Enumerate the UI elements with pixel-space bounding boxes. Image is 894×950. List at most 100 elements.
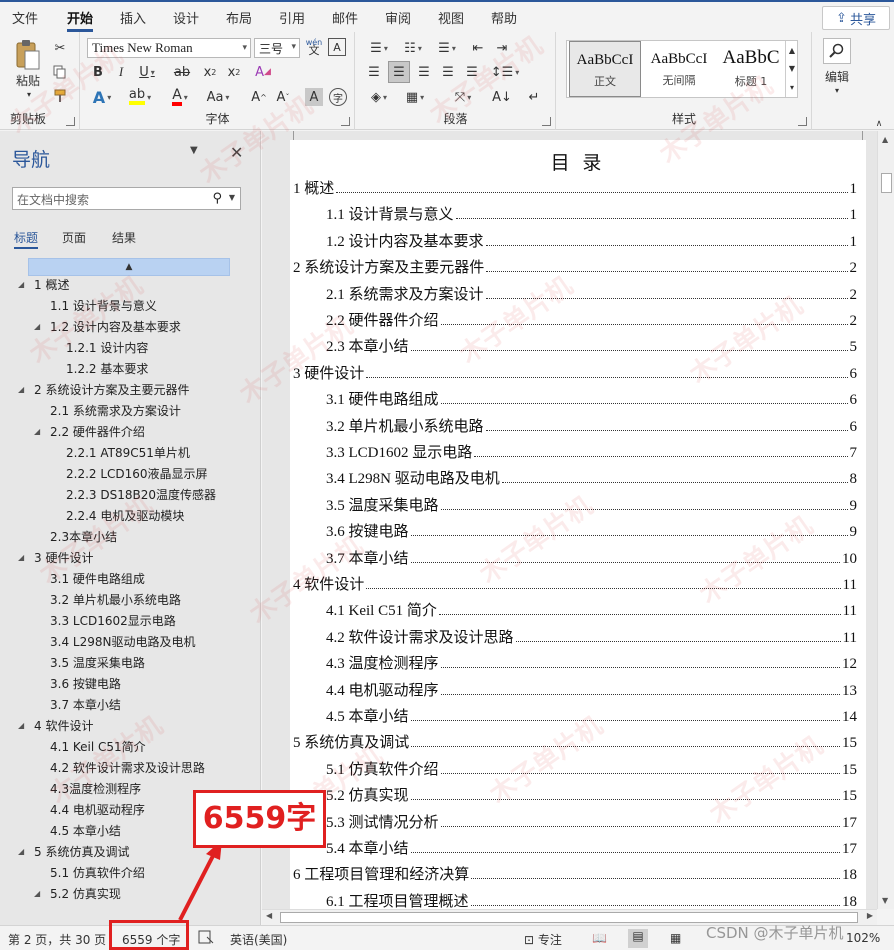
nav-item[interactable]: ◢ 1 概述 (18, 275, 69, 295)
toc-entry[interactable]: 3.7 本章小结 10 (326, 546, 857, 568)
tab-pages[interactable]: 页面 (62, 229, 86, 246)
nav-item[interactable]: ◢ 3 硬件设计 (18, 548, 93, 568)
styles-down-icon[interactable]: ▼ (785, 59, 798, 77)
sort-icon[interactable]: A↓ (492, 86, 512, 108)
increase-indent-icon[interactable]: ⇥ (492, 38, 512, 58)
nav-item[interactable]: ◢ 2 系统设计方案及主要元器件 (18, 380, 189, 400)
cut-icon[interactable]: ✂ (52, 40, 68, 56)
toc-entry[interactable]: 3.1 硬件电路组成 6 (326, 387, 857, 409)
nav-item[interactable]: 2.3本章小结 (50, 527, 117, 547)
read-mode-icon[interactable]: 📖 (592, 931, 607, 945)
line-spacing-icon[interactable]: ↕☰ ▾ (490, 62, 520, 82)
numbering-icon[interactable]: ☷ ▾ (398, 38, 428, 58)
toc-entry[interactable]: 3 硬件设计 6 (293, 361, 857, 383)
nav-item[interactable]: 1.2.1 设计内容 (66, 338, 148, 358)
enclose-char-icon[interactable]: 字 (329, 88, 347, 106)
expand-triangle-icon[interactable]: ◢ (34, 422, 40, 442)
nav-item[interactable]: 5.1 仿真软件介绍 (50, 863, 145, 883)
toc-entry[interactable]: 4.4 电机驱动程序 13 (326, 678, 857, 700)
show-marks-icon[interactable]: ↵ (524, 86, 544, 108)
distributed-icon[interactable]: ☰ (462, 62, 482, 82)
decrease-indent-icon[interactable]: ⇤ (468, 38, 488, 58)
expand-triangle-icon[interactable]: ◢ (34, 884, 40, 904)
tab-2[interactable]: 插入 (120, 8, 146, 27)
nav-options-icon[interactable]: ▼ (190, 145, 198, 156)
toc-entry[interactable]: 2.1 系统需求及方案设计 2 (326, 282, 857, 304)
proofing-icon[interactable] (198, 930, 214, 947)
scroll-right-icon[interactable]: ▶ (867, 911, 873, 920)
search-icon[interactable]: ⚲ (212, 191, 222, 206)
scroll-down-icon[interactable]: ▼ (882, 896, 888, 905)
toc-entry[interactable]: 3.2 单片机最小系统电路 6 (326, 414, 857, 436)
tab-7[interactable]: 审阅 (385, 8, 411, 27)
scroll-left-icon[interactable]: ◀ (266, 911, 272, 920)
nav-item[interactable]: ◢ 2.2 硬件器件介绍 (34, 422, 145, 442)
nav-item[interactable]: 4.3温度检测程序 (50, 779, 141, 799)
font-name-select[interactable]: Times New Roman ▾ (87, 38, 251, 58)
nav-item[interactable]: 3.6 按键电路 (50, 674, 121, 694)
nav-item[interactable]: 3.7 本章小结 (50, 695, 121, 715)
change-case-icon[interactable]: Aa ▾ (203, 86, 233, 108)
toc-entry[interactable]: 2.3 本章小结 5 (326, 334, 857, 356)
toc-entry[interactable]: 5 系统仿真及调试 15 (293, 730, 857, 752)
tab-8[interactable]: 视图 (438, 8, 464, 27)
toc-entry[interactable]: 4.1 Keil C51 简介 11 (326, 598, 857, 620)
font-size-select[interactable]: 三号 ▾ (254, 38, 300, 58)
format-painter-icon[interactable] (52, 88, 68, 104)
center-icon[interactable]: ☰ (388, 61, 410, 83)
grow-font-icon[interactable]: A ^ (249, 86, 269, 108)
subscript-icon[interactable]: x2 (201, 62, 219, 82)
scroll-thumb[interactable] (881, 173, 892, 193)
tab-5[interactable]: 引用 (279, 8, 305, 27)
tab-headings[interactable]: 标题 (14, 229, 39, 249)
bold-icon[interactable]: B (89, 62, 107, 82)
toc-entry[interactable]: 6.1 工程项目管理概述 18 (326, 889, 857, 911)
search-icon[interactable] (823, 38, 851, 64)
borders-icon[interactable]: ▦ ▾ (400, 86, 430, 108)
nav-item[interactable]: ◢ 5 系统仿真及调试 (18, 842, 129, 862)
nav-item[interactable]: 4.5 本章小结 (50, 821, 121, 841)
editing-dropdown-icon[interactable]: ▾ (831, 84, 843, 96)
clear-format-icon[interactable]: A ◢ (253, 62, 273, 82)
close-icon[interactable]: ✕ (230, 143, 243, 162)
strikethrough-icon[interactable]: ab (171, 62, 193, 82)
focus-mode-button[interactable]: ⊡ 专注 (524, 931, 562, 948)
style-no-spacing[interactable]: AaBbCcI 无间隔 (643, 41, 715, 97)
toc-entry[interactable]: 3.5 温度采集电路 9 (326, 493, 857, 515)
align-left-icon[interactable]: ☰ (364, 62, 384, 82)
collapse-all-bar[interactable]: ▲ (28, 258, 230, 276)
print-layout-icon[interactable]: ▤ (628, 929, 648, 948)
toc-entry[interactable]: 5.2 仿真实现 15 (326, 783, 857, 805)
paragraph-launcher-icon[interactable] (542, 117, 551, 126)
document-page[interactable]: 目 录 1 概述 1 1.1 设计背景与意义 1 1.2 设计内容及基本要求 1 2 系统设… (290, 140, 866, 910)
superscript-icon[interactable]: x2 (225, 62, 243, 82)
styles-launcher-icon[interactable] (798, 117, 807, 126)
vertical-scrollbar[interactable]: ▲ ▼ (877, 131, 894, 909)
shading-icon[interactable]: ◈ ▾ (364, 86, 394, 108)
font-launcher-icon[interactable] (341, 117, 350, 126)
expand-triangle-icon[interactable]: ◢ (34, 317, 40, 337)
nav-item[interactable]: 2.2.4 电机及驱动模块 (66, 506, 184, 526)
toc-entry[interactable]: 4 软件设计 11 (293, 572, 857, 594)
styles-up-icon[interactable]: ▲ (785, 41, 798, 59)
tab-6[interactable]: 邮件 (332, 8, 358, 27)
tab-3[interactable]: 设计 (173, 8, 199, 27)
expand-triangle-icon[interactable]: ◢ (18, 380, 24, 400)
align-right-icon[interactable]: ☰ (414, 62, 434, 82)
phonetic-guide-icon[interactable]: wén 文 (304, 36, 324, 58)
expand-triangle-icon[interactable]: ◢ (18, 275, 24, 295)
nav-item[interactable]: 3.2 单片机最小系统电路 (50, 590, 181, 610)
toc-entry[interactable]: 5.4 本章小结 17 (326, 836, 857, 858)
tab-1[interactable]: 开始 (67, 8, 94, 32)
nav-item[interactable]: 1.1 设计背景与意义 (50, 296, 157, 316)
nav-item[interactable]: 4.2 软件设计需求及设计思路 (50, 758, 205, 778)
nav-item[interactable]: 3.1 硬件电路组成 (50, 569, 145, 589)
toc-entry[interactable]: 4.5 本章小结 14 (326, 704, 857, 726)
shrink-font-icon[interactable]: Aˇ (273, 86, 293, 108)
char-shading-icon[interactable]: A (305, 88, 323, 106)
nav-item[interactable]: ◢ 4 软件设计 (18, 716, 93, 736)
nav-item[interactable]: 2.2.1 AT89C51单片机 (66, 443, 190, 463)
nav-item[interactable]: 1.2.2 基本要求 (66, 359, 148, 379)
nav-item[interactable]: 3.4 L298N驱动电路及电机 (50, 632, 195, 652)
chevron-down-icon[interactable]: ▼ (229, 193, 235, 202)
